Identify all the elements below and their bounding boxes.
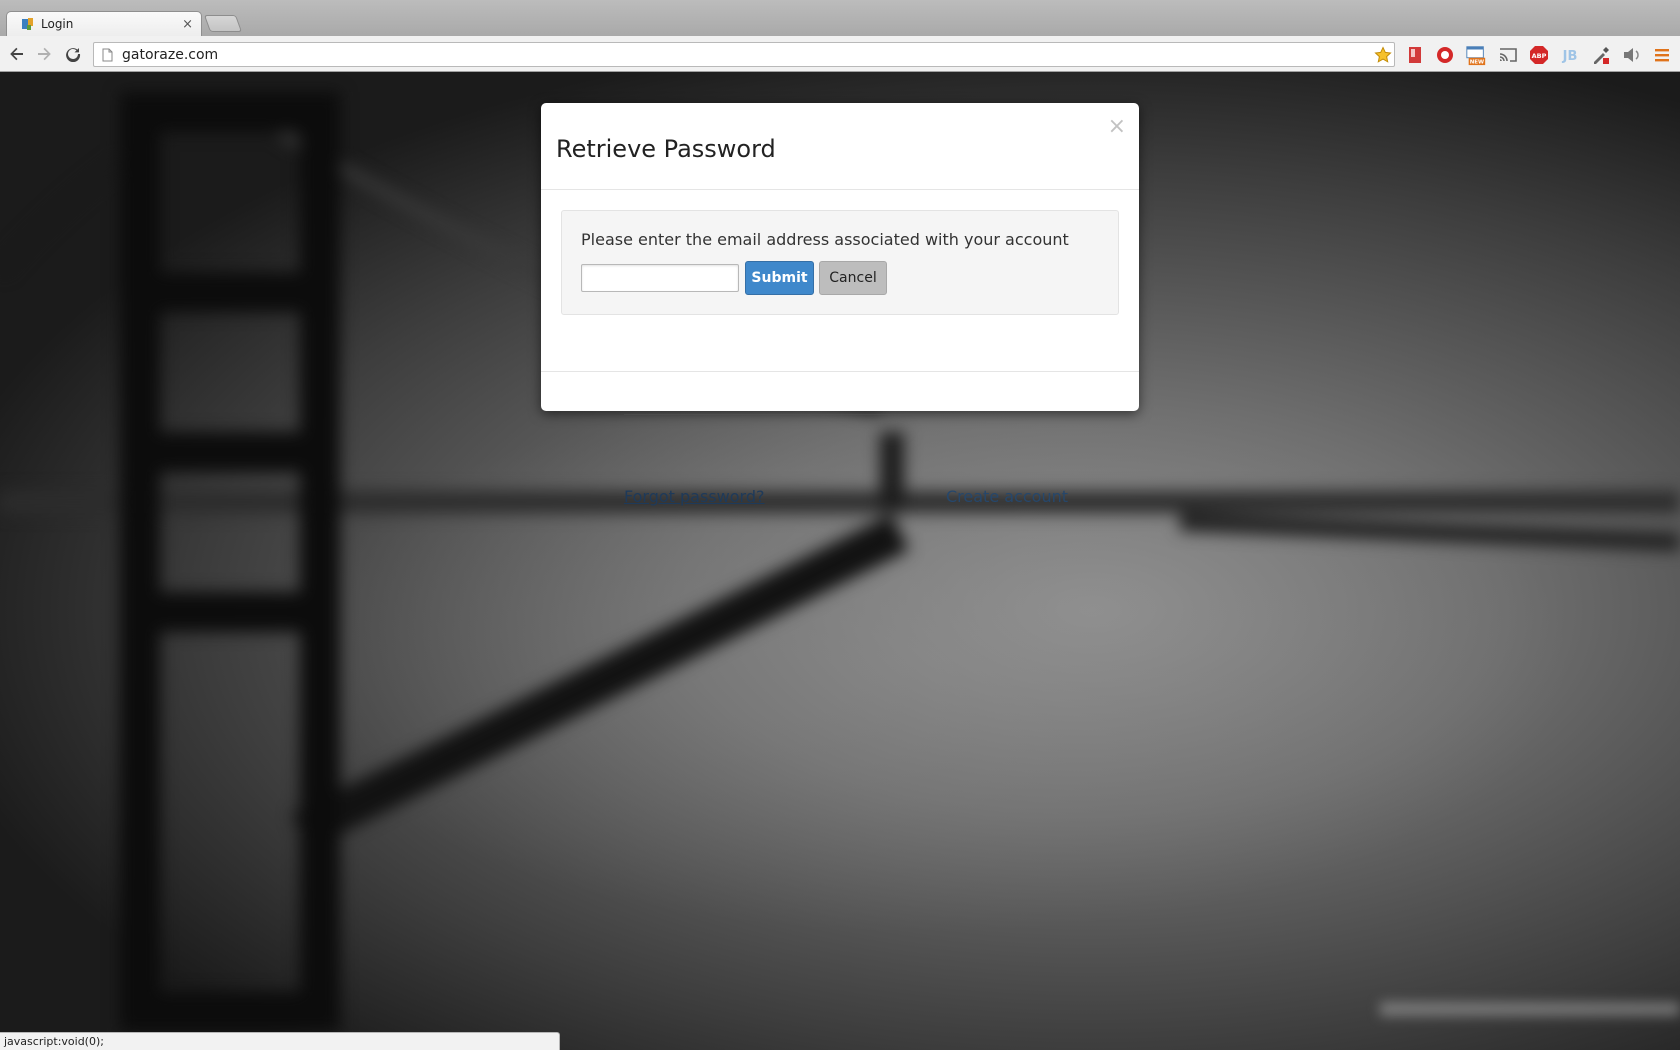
- modal-title: Retrieve Password: [556, 135, 776, 163]
- reload-icon[interactable]: [62, 43, 84, 65]
- jb-icon[interactable]: JB: [1559, 44, 1581, 66]
- address-bar[interactable]: gatoraze.com: [93, 42, 1395, 67]
- page-icon: [102, 48, 113, 62]
- new-window-icon[interactable]: NEW: [1465, 44, 1487, 66]
- jb-label: JB: [1562, 49, 1578, 64]
- tab-login[interactable]: Login ×: [6, 11, 202, 36]
- modal-footer: [541, 371, 1139, 372]
- menu-icon[interactable]: [1651, 44, 1673, 66]
- tab-close-icon[interactable]: ×: [182, 17, 193, 32]
- cast-icon[interactable]: [1497, 44, 1519, 66]
- eyedropper-icon[interactable]: [1590, 44, 1612, 66]
- forgot-password-link[interactable]: Forgot password?: [624, 487, 764, 506]
- status-bubble: javascript:void(0);: [0, 1032, 560, 1050]
- tab-title: Login: [41, 17, 74, 31]
- submit-button[interactable]: Submit: [745, 261, 814, 295]
- adblock-icon[interactable]: ABP: [1528, 44, 1550, 66]
- retrieve-form: Please enter the email address associate…: [561, 210, 1119, 315]
- email-field[interactable]: [581, 264, 739, 292]
- new-badge: NEW: [1470, 60, 1484, 66]
- new-tab-button[interactable]: [203, 15, 243, 32]
- browser-toolbar: gatoraze.com NEW ABP JB: [0, 36, 1680, 72]
- bookmark-icon[interactable]: [1404, 44, 1426, 66]
- ambient-light: [1380, 1002, 1680, 1016]
- create-account-link[interactable]: Create account: [946, 487, 1068, 506]
- url-text: gatoraze.com: [122, 46, 219, 63]
- tab-strip: Login ×: [0, 0, 1680, 36]
- email-prompt: Please enter the email address associate…: [581, 230, 1069, 249]
- cancel-button[interactable]: Cancel: [819, 261, 887, 295]
- forward-icon[interactable]: [33, 43, 55, 65]
- close-icon[interactable]: ×: [1108, 116, 1126, 138]
- speaker-icon[interactable]: [1620, 44, 1642, 66]
- modal-header: Retrieve Password ×: [541, 103, 1139, 190]
- record-icon[interactable]: [1434, 44, 1456, 66]
- login-divider: [624, 414, 1058, 415]
- back-icon[interactable]: [6, 43, 28, 65]
- bookmark-star-icon[interactable]: [1372, 45, 1394, 64]
- retrieve-password-modal: Retrieve Password × Please enter the ema…: [541, 103, 1139, 411]
- adblock-label: ABP: [1532, 52, 1547, 60]
- site-favicon-icon: [21, 17, 35, 31]
